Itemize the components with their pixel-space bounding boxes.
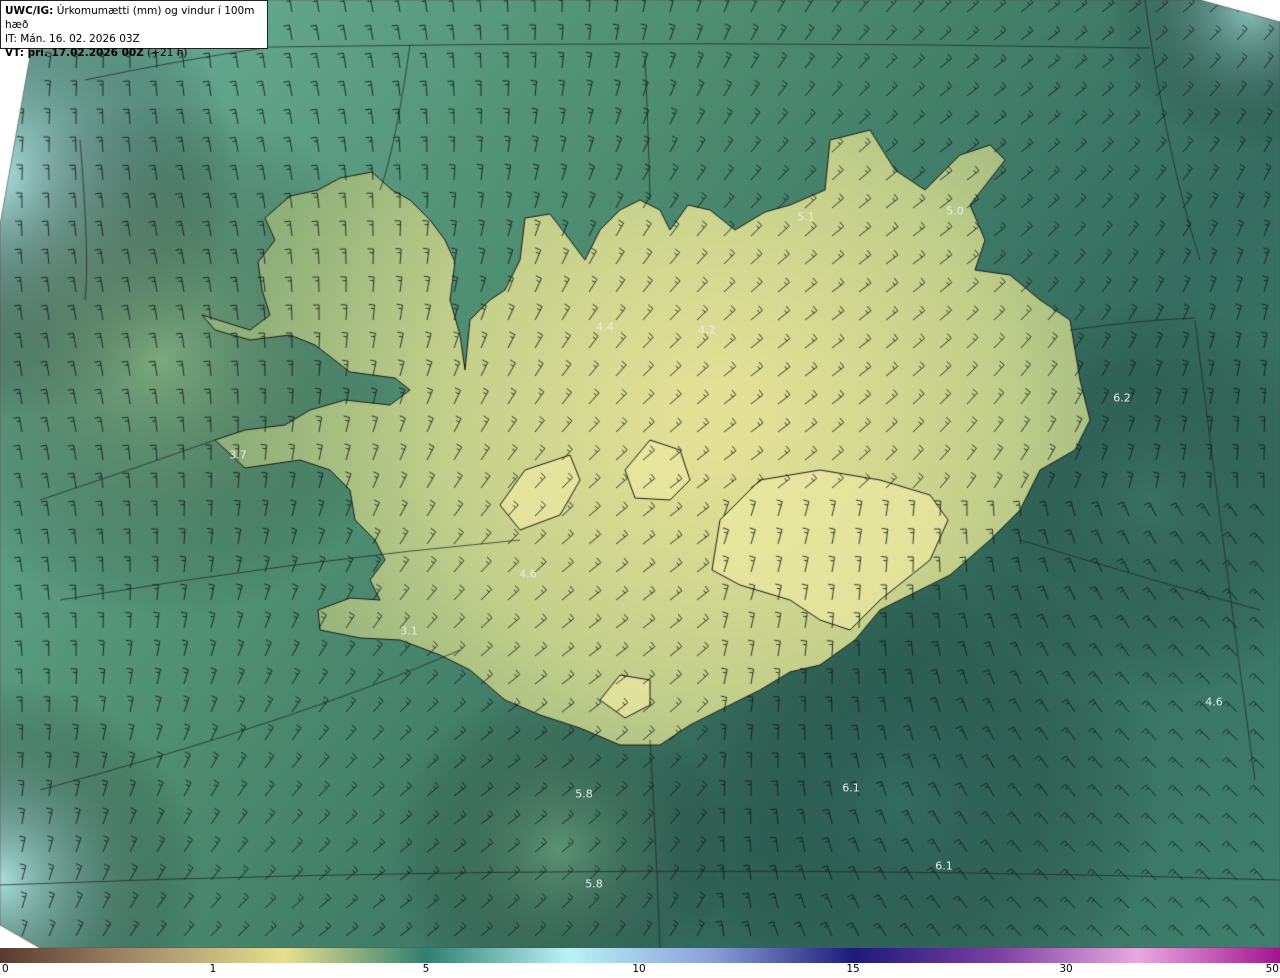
valid-time: VT: þri. 17.02.2026 00Z <box>5 47 144 59</box>
map-value-label: 5.8 <box>575 787 593 801</box>
colorbar-tick-label: 1 <box>209 963 217 975</box>
map-value-label: 3.1 <box>400 624 418 638</box>
map-value-label: 6.2 <box>1113 391 1131 405</box>
map-value-label: 6.1 <box>935 859 953 873</box>
colorbar-tick-label: 10 <box>632 963 646 975</box>
product-code: UWC/IG: <box>5 5 54 17</box>
map-value-label: 4.2 <box>698 323 716 337</box>
init-time: IT: Mán. 16. 02. 2026 03Z <box>5 33 140 45</box>
precipitable-water-map <box>0 0 1280 948</box>
map-value-label: 5.1 <box>797 210 815 224</box>
map-value-label: 6.1 <box>842 781 860 795</box>
map-value-label: 4.6 <box>1205 695 1223 709</box>
colorbar-gradient <box>0 948 1280 963</box>
valid-time-line: VT: þri. 17.02.2026 00Z (+21 h) <box>5 46 263 60</box>
map-value-label: 5.0 <box>946 204 964 218</box>
colorbar-tick-label: 15 <box>846 963 860 975</box>
colorbar-legend: 0 1 5 10 15 30 50 <box>0 948 1280 978</box>
map-value-label: 4.4 <box>596 320 614 334</box>
map-value-label: 4.6 <box>519 567 537 581</box>
map-title-box: UWC/IG: Úrkomumætti (mm) og vindur í 100… <box>0 0 268 59</box>
map-value-label: 3.7 <box>229 448 247 462</box>
title-line: UWC/IG: Úrkomumætti (mm) og vindur í 100… <box>5 4 263 32</box>
colorbar-tick-label: 0 <box>2 963 9 975</box>
forecast-offset: (+21 h) <box>147 47 188 59</box>
colorbar-tick-label: 30 <box>1059 963 1073 975</box>
map-value-label: 5.8 <box>585 877 603 891</box>
colorbar-tick-label: 5 <box>422 963 430 975</box>
colorbar-tick-label: 50 <box>1265 963 1279 975</box>
